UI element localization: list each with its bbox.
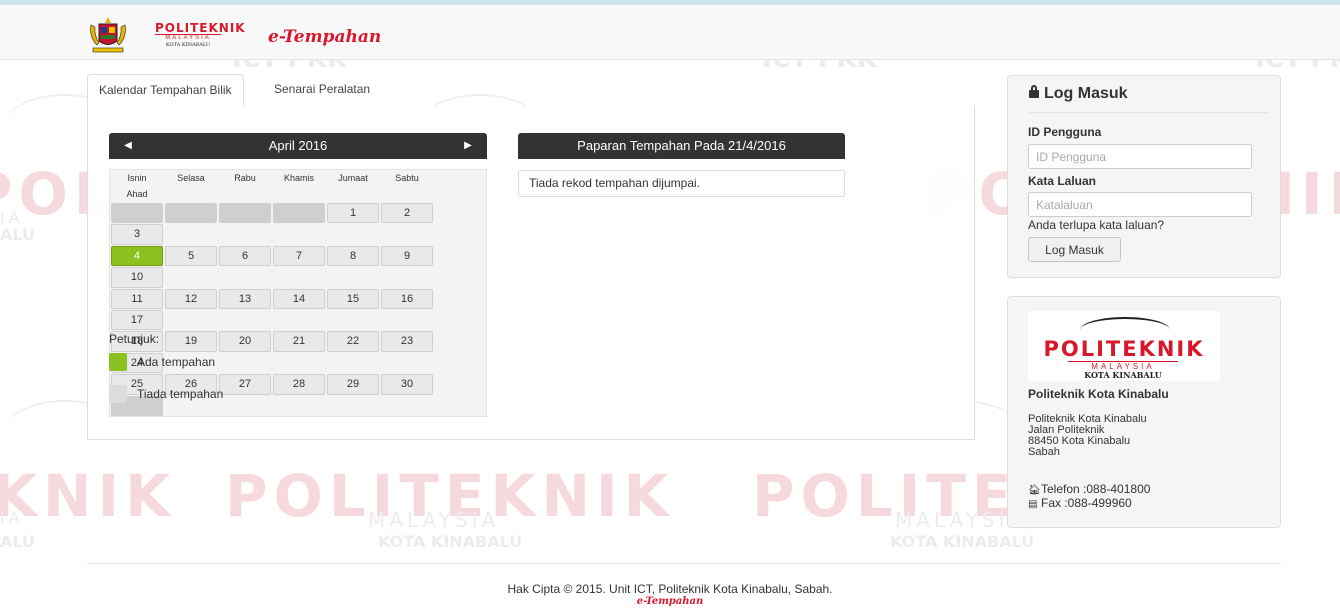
calendar-week-row: 11 12 13 14 15 16 17 <box>110 288 486 331</box>
triangle-right-icon[interactable]: ▶ <box>455 133 481 159</box>
password-input[interactable] <box>1028 192 1252 217</box>
calendar-day-cell[interactable]: 7 <box>273 245 325 267</box>
tab-senarai-peralatan[interactable]: Senarai Peralatan <box>263 74 381 106</box>
calendar-day-cell[interactable]: 16 <box>381 288 433 309</box>
weekday-label: Jumaat <box>338 173 368 183</box>
institution-address: Politeknik Kota Kinabalu Jalan Politekni… <box>1028 414 1147 458</box>
calendar-day-cell[interactable]: 12 <box>165 288 217 309</box>
calendar-day-cell[interactable]: 14 <box>273 288 325 309</box>
login-divider <box>1029 112 1268 113</box>
legend-swatch-free <box>109 385 127 403</box>
legend-label-booked: Ada tempahan <box>137 355 216 369</box>
calendar-day-cell[interactable]: 4 <box>111 245 163 267</box>
watermark-country-center: MALAYSIA <box>368 508 500 532</box>
institution-logo-text: POLITEKNIK <box>1043 337 1205 361</box>
footer-divider <box>87 563 1281 564</box>
login-title-text: Log Masuk <box>1044 85 1128 102</box>
calendar-header: ◀ April 2016 ▶ <box>109 133 487 159</box>
app-title-logo[interactable]: e-Tempahan <box>268 27 381 47</box>
legend-label-free: Tiada tempahan <box>137 387 224 401</box>
coat-of-arms-icon <box>90 17 126 53</box>
legend-swatch-booked <box>109 353 127 371</box>
watermark-ia-2: IA <box>0 508 24 527</box>
calendar-week-row: 12 3 <box>110 202 486 245</box>
watermark-alu: ALU <box>0 225 35 244</box>
fax-contact: ▤ Fax :088-499960 <box>1028 496 1132 510</box>
login-title: Log Masuk <box>1029 85 1128 103</box>
weekday-label: Selasa <box>177 173 205 183</box>
institution-name: Politeknik Kota Kinabalu <box>1028 387 1169 401</box>
logo-subtext: MALAYSIA <box>155 34 221 42</box>
tab-bar: Kalendar Tempahan Bilik Senarai Peralata… <box>87 74 975 107</box>
footer-brand: e-Tempahan <box>636 596 704 607</box>
phone-contact: 🏠︎Telefon :088-401800 <box>1028 482 1150 496</box>
weekday-label: Ahad <box>126 189 148 199</box>
footer-copyright: Hak Cipta © 2015. Unit ICT, Politeknik K… <box>507 582 833 596</box>
tab-content: ◀ April 2016 ▶ Isnin Selasa Rabu Khamis Juma… <box>87 106 975 440</box>
calendar-empty-cell <box>273 203 325 224</box>
login-panel: Log Masuk ID Pengguna Kata Laluan Anda t… <box>1007 75 1281 278</box>
legend-item-booked: Ada tempahan <box>109 353 309 383</box>
calendar-day-cell[interactable]: 8 <box>327 245 379 267</box>
calendar-day-cell[interactable]: 6 <box>219 245 271 267</box>
calendar-day-cell[interactable]: 5 <box>165 245 217 267</box>
calendar-day-cell[interactable]: 10 <box>111 267 163 288</box>
weekday-label: Sabtu <box>395 173 419 183</box>
weekday-label: Rabu <box>234 173 256 183</box>
calendar-month-label: April 2016 <box>268 138 328 153</box>
calendar-day-cell[interactable]: 30 <box>381 374 433 395</box>
logo-campus: KOTA KINABALU <box>165 42 211 48</box>
tab-kalendar-tempahan-bilik[interactable]: Kalendar Tempahan Bilik <box>87 74 244 107</box>
politeknik-logo[interactable]: POLITEKNIK MALAYSIA KOTA KINABALU <box>155 22 255 56</box>
calendar-empty-cell <box>111 203 163 224</box>
watermark-alu-2: ALU <box>0 532 35 551</box>
legend-item-free: Tiada tempahan <box>109 385 309 415</box>
calendar-empty-cell <box>219 203 271 224</box>
legend-title: Petunjuk: <box>109 332 160 346</box>
calendar-day-cell[interactable]: 13 <box>219 288 271 309</box>
booking-empty-message: Tiada rekod tempahan dijumpai. <box>518 170 845 197</box>
calendar-week-row: 4 5 6 7 8 9 10 <box>110 245 486 288</box>
calendar-day-cell[interactable]: 15 <box>327 288 379 309</box>
calendar-day-cell[interactable]: 2 <box>381 203 433 224</box>
calendar-day-cell[interactable]: 11 <box>111 288 163 309</box>
home-icon: 🏠︎ <box>1028 485 1041 496</box>
calendar-day-cell[interactable]: 17 <box>111 309 163 331</box>
login-button[interactable]: Log Masuk <box>1028 237 1121 262</box>
institution-logo: POLITEKNIK MALAYSIA KOTA KINABALU <box>1028 311 1220 381</box>
main-panel: Kalendar Tempahan Bilik Senarai Peralata… <box>87 74 975 440</box>
printer-icon: ▤ <box>1028 499 1038 510</box>
calendar-empty-cell <box>165 203 217 224</box>
watermark-campus-center: KOTA KINABALU <box>378 532 523 551</box>
institution-panel: POLITEKNIK MALAYSIA KOTA KINABALU Polite… <box>1007 296 1281 528</box>
calendar-day-cell[interactable]: 3 <box>111 224 163 245</box>
user-id-input[interactable] <box>1028 144 1252 169</box>
calendar-day-cell[interactable]: 23 <box>381 331 433 352</box>
watermark-campus-right: KOTA KINABALU <box>890 532 1035 551</box>
booking-view-title: Paparan Tempahan Pada 21/4/2016 <box>518 133 845 159</box>
weekday-label: Khamis <box>283 173 314 183</box>
lock-icon <box>1029 85 1039 98</box>
institution-logo-campus: KOTA KINABALU <box>1084 370 1162 380</box>
watermark-brand-left: KNIK <box>0 462 177 530</box>
calendar-day-cell[interactable]: 22 <box>327 331 379 352</box>
calendar-weekday-row: Isnin Selasa Rabu Khamis Jumaat Sabtu Ahad <box>110 170 486 199</box>
address-line: Sabah <box>1028 446 1060 458</box>
calendar-day-cell[interactable]: 1 <box>327 203 379 224</box>
weekday-label: Isnin <box>127 173 147 183</box>
calendar-day-cell[interactable]: 9 <box>381 245 433 267</box>
header-bar: POLITEKNIK MALAYSIA KOTA KINABALU e-Temp… <box>0 0 1340 60</box>
legend: Petunjuk: Ada tempahan Tiada tempahan <box>109 332 309 415</box>
forgot-password-link[interactable]: Anda terlupa kata laluan? <box>1028 218 1164 232</box>
calendar-day-cell[interactable]: 29 <box>327 374 379 395</box>
password-label: Kata Laluan <box>1028 174 1097 188</box>
phone-text: Telefon :088-401800 <box>1041 482 1151 496</box>
fax-text: Fax :088-499960 <box>1041 496 1132 510</box>
logo-text: POLITEKNIK <box>155 21 246 35</box>
user-id-label: ID Pengguna <box>1028 125 1102 139</box>
